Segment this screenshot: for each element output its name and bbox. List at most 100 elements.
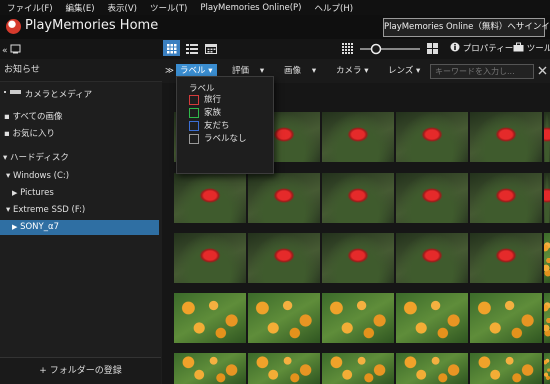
photo-thumbnail[interactable] (470, 293, 542, 343)
label-option-text: ラベルなし (204, 134, 247, 144)
checkbox-icon (189, 120, 199, 131)
properties-button[interactable]: プロパティー (450, 42, 513, 56)
sidebar-item-sony-a7[interactable]: ▶ SONY_α7 (0, 220, 159, 235)
thumbnail-size-slider[interactable] (358, 43, 422, 55)
photo-thumbnail[interactable] (322, 353, 394, 384)
menu-file[interactable]: ファイル(F) (0, 2, 59, 14)
app-logo-icon (6, 19, 21, 34)
info-icon (450, 42, 460, 52)
image-filter-label: 画像 (284, 66, 302, 76)
photo-thumbnail[interactable] (396, 293, 468, 343)
toolbar: « プロパティー ツール (0, 39, 550, 59)
photo-thumbnail[interactable] (544, 233, 550, 283)
sidebar-item-all-images[interactable]: ▪ すべての画像 (0, 110, 165, 125)
photo-thumbnail[interactable] (322, 233, 394, 283)
photo-thumbnail[interactable] (544, 293, 550, 343)
chevron-down-icon: ▾ (311, 66, 317, 76)
photo-thumbnail[interactable] (322, 112, 394, 162)
photo-thumbnail[interactable] (470, 233, 542, 283)
calendar-view-icon[interactable] (205, 43, 217, 54)
chevron-down-icon: ▾ (364, 66, 369, 76)
online-signin-button[interactable]: PlayMemories Online（無料）へサインイン (383, 18, 550, 37)
notices-header[interactable]: お知らせ (0, 59, 162, 82)
close-icon[interactable] (538, 66, 547, 75)
list-view-icon[interactable] (186, 43, 198, 54)
photo-thumbnail[interactable] (248, 173, 320, 223)
photo-thumbnail[interactable] (544, 112, 550, 162)
menu-view[interactable]: 表示(V) (101, 2, 143, 14)
tools-label: ツール (526, 44, 550, 54)
photo-thumbnail[interactable] (470, 173, 542, 223)
grid-view-button[interactable] (163, 40, 180, 56)
grid-view-icon (167, 44, 177, 54)
photo-thumbnail[interactable] (470, 353, 542, 384)
toolbox-icon (513, 42, 524, 52)
checkbox-icon (189, 107, 199, 118)
photo-thumbnail[interactable] (174, 353, 246, 384)
left-panel: お知らせ カメラとメディア ▪ すべての画像 ▪ お気に入り ▾ ハードディスク… (0, 59, 163, 384)
photo-thumbnail[interactable] (396, 173, 468, 223)
photo-thumbnail[interactable] (174, 173, 246, 223)
menu-playmemories-online[interactable]: PlayMemories Online(P) (193, 3, 307, 13)
filter-collapse-icon[interactable]: ≫ (165, 64, 174, 78)
sidebar-item-label: お気に入り (12, 129, 55, 139)
chevron-down-icon: ▾ (259, 66, 265, 76)
sidebar-item-label: Windows (C:) (12, 171, 70, 181)
sidebar-item-hard-disk[interactable]: ▾ ハードディスク (0, 151, 164, 166)
menu-help[interactable]: ヘルプ(H) (308, 2, 360, 14)
sidebar-item-camera-media[interactable]: カメラとメディア (0, 88, 165, 103)
photo-thumbnail[interactable] (544, 353, 550, 384)
label-option-travel[interactable]: 旅行 (189, 94, 221, 106)
photo-thumbnail[interactable] (174, 233, 246, 283)
app-title: PlayMemories Home (25, 18, 159, 33)
image-filter-button[interactable]: 画像 ▾ (284, 64, 316, 78)
label-option-friends[interactable]: 友だち (189, 120, 230, 132)
add-folder-button[interactable]: + フォルダーの登録 (0, 357, 161, 384)
collapse-arrow-icon: ▶ (12, 223, 18, 231)
collapse-arrow-icon: ▶ (12, 189, 18, 197)
sidebar-item-pictures[interactable]: ▶ Pictures (0, 186, 173, 201)
label-option-family[interactable]: 家族 (189, 107, 221, 119)
photo-thumbnail[interactable] (396, 353, 468, 384)
photo-thumbnail[interactable] (396, 233, 468, 283)
expand-arrow-icon: ▾ (3, 153, 8, 163)
bullet-icon: ▪ (4, 129, 10, 139)
expand-arrow-icon: ▾ (6, 171, 11, 181)
photo-thumbnail[interactable] (322, 293, 394, 343)
rating-filter-label: 評価 (232, 66, 250, 76)
label-option-text: 旅行 (204, 95, 222, 105)
camera-filter-label: カメラ (336, 66, 362, 76)
label-option-none[interactable]: ラベルなし (189, 133, 247, 145)
menu-edit[interactable]: 編集(E) (59, 2, 101, 14)
sidebar-item-label: SONY_α7 (20, 222, 59, 232)
checkbox-icon (189, 133, 199, 144)
menu-tools[interactable]: ツール(T) (143, 2, 193, 14)
photo-thumbnail[interactable] (544, 173, 550, 223)
lens-filter-label: レンズ (388, 66, 414, 76)
menu-bar: ファイル(F) 編集(E) 表示(V) ツール(T) PlayMemories … (0, 0, 550, 15)
tools-button[interactable]: ツール (513, 42, 550, 56)
lens-filter-button[interactable]: レンズ ▾ (388, 64, 420, 78)
photo-thumbnail[interactable] (470, 112, 542, 162)
label-option-text: 家族 (204, 108, 222, 118)
collapse-panel-icon[interactable]: « (2, 43, 22, 55)
camera-filter-button[interactable]: カメラ ▾ (336, 64, 369, 78)
media-device-icon (4, 90, 21, 94)
photo-thumbnail[interactable] (322, 173, 394, 223)
label-dropdown: ラベル 旅行 家族 友だち ラベルなし (176, 76, 274, 174)
search-input[interactable]: キーワードを入力し... (430, 64, 534, 79)
photo-thumbnail[interactable] (248, 293, 320, 343)
bullet-icon: ▪ (4, 112, 10, 122)
photo-thumbnail[interactable] (396, 112, 468, 162)
photo-thumbnail[interactable] (174, 293, 246, 343)
sidebar-item-windows-c[interactable]: ▾ Windows (C:) (0, 169, 167, 184)
sidebar-item-label: Extreme SSD (F:) (12, 205, 86, 215)
sidebar-item-extreme-ssd[interactable]: ▾ Extreme SSD (F:) (0, 203, 167, 218)
sidebar-item-favorites[interactable]: ▪ お気に入り (0, 127, 165, 142)
svg-text:«: « (2, 46, 8, 55)
photo-thumbnail[interactable] (248, 233, 320, 283)
large-thumbnails-icon[interactable] (427, 43, 438, 54)
small-thumbnails-icon[interactable] (342, 43, 353, 54)
photo-thumbnail[interactable] (248, 353, 320, 384)
sidebar-item-label: ハードディスク (9, 153, 69, 163)
